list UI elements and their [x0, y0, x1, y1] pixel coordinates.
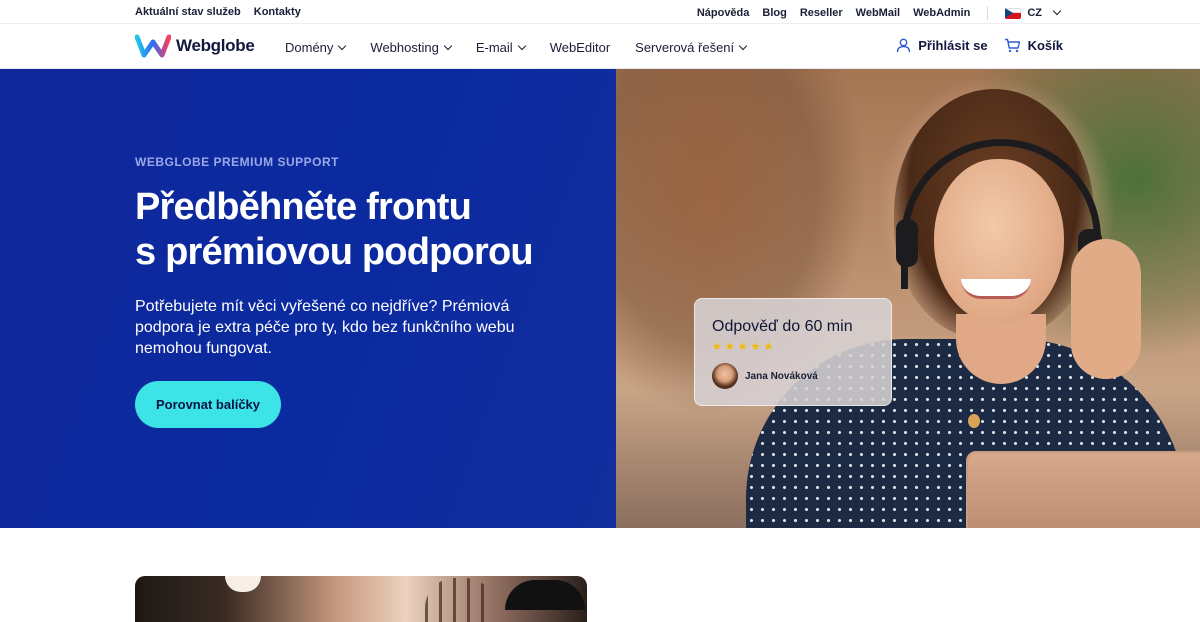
chevron-down-icon — [1052, 6, 1062, 16]
headline-line-1: Předběhněte frontu — [135, 186, 472, 228]
star-icon: ★ — [737, 341, 748, 353]
lamp-shape — [505, 580, 585, 610]
chevron-down-icon — [338, 41, 347, 50]
link-reseller[interactable]: Reseller — [800, 7, 843, 19]
photo-necklace — [968, 414, 980, 428]
chevron-down-icon — [517, 41, 526, 50]
main-menu: Domény Webhosting E-mail WebEditor Serve… — [285, 40, 748, 55]
decor-shape — [425, 578, 495, 622]
photo-earcup-left — [896, 219, 918, 267]
utility-links-right: Nápověda Blog Reseller WebMail WebAdmin … — [697, 6, 1062, 20]
chevron-down-icon — [738, 41, 748, 50]
review-title: Odpověď do 60 min — [712, 318, 853, 335]
chevron-down-icon — [443, 41, 453, 50]
link-webmail[interactable]: WebMail — [856, 7, 900, 19]
main-nav: Webglobe Domény Webhosting E-mail WebEdi… — [0, 24, 1200, 69]
compare-packages-button[interactable]: Porovnat balíčky — [135, 381, 281, 428]
hero-text-panel: WEBGLOBE PREMIUM SUPPORT Předběhněte fro… — [0, 69, 616, 528]
language-selector[interactable]: CZ — [1005, 6, 1062, 19]
utility-links-left: Aktuální stav služeb Kontakty — [135, 6, 301, 18]
user-icon — [897, 38, 911, 53]
menu-webhosting[interactable]: Webhosting — [370, 40, 453, 55]
photo-hand — [1071, 239, 1141, 379]
hero-headline: Předběhněte frontu s prémiovou podporou — [135, 185, 605, 275]
reviewer: Jana Nováková — [712, 363, 818, 389]
avatar — [712, 363, 738, 389]
login-label: Přihlásit se — [918, 38, 988, 53]
link-service-status[interactable]: Aktuální stav služeb — [135, 6, 241, 18]
link-help[interactable]: Nápověda — [697, 7, 750, 19]
photo-laptop — [966, 451, 1200, 528]
menu-webeditor[interactable]: WebEditor — [550, 40, 610, 55]
logo[interactable]: Webglobe — [135, 34, 255, 58]
link-webadmin[interactable]: WebAdmin — [913, 7, 970, 19]
utility-bar: Aktuální stav služeb Kontakty Nápověda B… — [0, 0, 1200, 24]
hero-eyebrow: WEBGLOBE PREMIUM SUPPORT — [135, 155, 340, 169]
login-button[interactable]: Přihlásit se — [896, 38, 988, 53]
hero-lead: Potřebujete mít věci vyřešené co nejdřív… — [135, 298, 515, 357]
language-label: CZ — [1027, 7, 1042, 19]
reviewer-name: Jana Nováková — [745, 370, 818, 382]
hero-photo: Odpověď do 60 min ★ ★ ★ ★ ★ Jana Novákov… — [616, 69, 1200, 528]
star-icon: ★ — [763, 341, 774, 353]
rating-stars: ★ ★ ★ ★ ★ — [712, 340, 773, 353]
review-card: Odpověď do 60 min ★ ★ ★ ★ ★ Jana Novákov… — [694, 298, 892, 406]
section-image — [135, 576, 587, 622]
menu-label: E-mail — [475, 40, 513, 55]
link-blog[interactable]: Blog — [762, 7, 786, 19]
webglobe-logo-icon — [135, 34, 171, 58]
lamp-shape — [225, 576, 261, 592]
cart-icon — [1004, 38, 1020, 53]
cart-button[interactable]: Košík — [1004, 38, 1063, 53]
czech-flag-icon — [1005, 7, 1022, 19]
menu-label: Serverová řešení — [635, 40, 735, 55]
star-icon: ★ — [724, 341, 735, 353]
cart-label: Košík — [1027, 38, 1063, 53]
hero-section: WEBGLOBE PREMIUM SUPPORT Předběhněte fro… — [0, 69, 1200, 528]
star-icon: ★ — [750, 341, 761, 353]
menu-label: WebEditor — [549, 40, 611, 55]
account-actions: Přihlásit se Košík — [896, 38, 1063, 53]
menu-email[interactable]: E-mail — [475, 40, 526, 55]
menu-label: Domény — [285, 40, 334, 55]
divider — [987, 6, 989, 20]
star-icon: ★ — [712, 341, 722, 353]
logo-text: Webglobe — [176, 36, 255, 55]
link-contacts[interactable]: Kontakty — [254, 6, 301, 18]
menu-server-solutions[interactable]: Serverová řešení — [635, 40, 748, 55]
headline-line-2: s prémiovou podporou — [135, 231, 534, 273]
menu-domains[interactable]: Domény — [285, 40, 347, 55]
menu-label: Webhosting — [370, 40, 439, 55]
